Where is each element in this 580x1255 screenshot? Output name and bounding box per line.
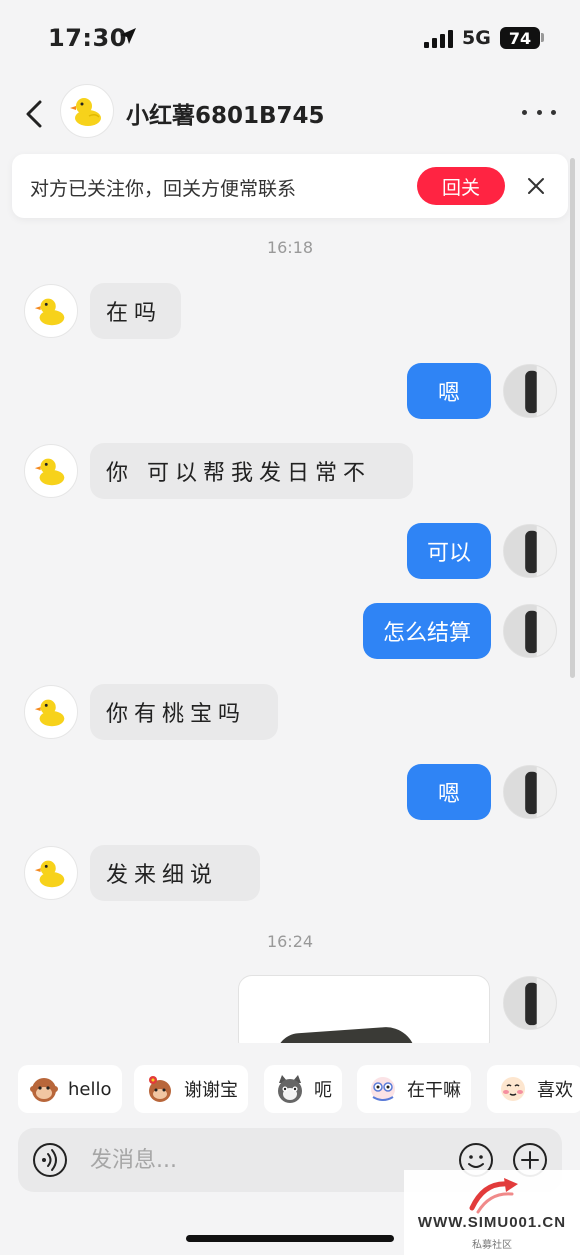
status-time: 17:30 <box>48 24 127 52</box>
incoming-message[interactable]: 发来细说 <box>90 845 260 901</box>
quick-reply-chip[interactable]: 喜欢 <box>487 1065 580 1113</box>
user-photo-icon <box>504 977 556 1029</box>
banner-text: 对方已关注你，回关方便常联系 <box>30 178 297 200</box>
voice-input-icon[interactable] <box>32 1142 68 1178</box>
duck-icon <box>34 458 65 486</box>
user-photo-icon <box>504 525 556 577</box>
quick-reply-label: hello <box>68 1078 112 1100</box>
contact-name: 小红薯6801B745 <box>126 103 325 129</box>
my-message-avatar[interactable] <box>503 765 557 819</box>
chat-scrollbar[interactable] <box>570 158 575 678</box>
quick-reply-chip[interactable]: hello <box>18 1065 122 1113</box>
incoming-message[interactable]: 在吗 <box>90 283 181 339</box>
blush-emoji-icon <box>501 1077 525 1101</box>
incoming-message[interactable]: 你有桃宝吗 <box>90 684 278 740</box>
more-options-icon[interactable] <box>522 106 556 118</box>
cellular-signal-icon <box>424 30 453 48</box>
duck-icon <box>34 298 65 326</box>
status-bar: 17:30 5G 74 <box>0 0 580 76</box>
home-indicator[interactable] <box>186 1235 394 1242</box>
close-icon[interactable] <box>524 174 548 198</box>
my-message-avatar[interactable] <box>503 604 557 658</box>
my-message-avatar[interactable] <box>503 524 557 578</box>
quick-reply-chip[interactable]: 在干嘛 <box>357 1065 471 1113</box>
quick-reply-label: 喜欢 <box>537 1080 573 1101</box>
peeking-emoji-icon <box>371 1077 395 1101</box>
duck-icon <box>34 699 65 727</box>
outgoing-message[interactable]: 怎么结算 <box>363 603 491 659</box>
duck-icon <box>70 98 101 126</box>
incoming-message[interactable]: 你 可以帮我发日常不 <box>90 443 413 499</box>
user-photo-icon <box>504 766 556 818</box>
message-timestamp: 16:24 <box>266 932 314 951</box>
quick-reply-label: 呃 <box>314 1080 332 1101</box>
duck-icon <box>34 860 65 888</box>
quick-reply-label: 谢谢宝 <box>184 1080 238 1101</box>
watermark-url: WWW.SIMU001.CN <box>417 1214 567 1231</box>
watermark-logo <box>469 1178 518 1214</box>
watermark: WWW.SIMU001.CN 私募社区 <box>404 1170 580 1255</box>
chat-header: 小红薯6801B745 <box>0 76 580 152</box>
my-message-avatar[interactable] <box>503 364 557 418</box>
battery-cap <box>541 33 544 42</box>
message-timestamp: 16:18 <box>266 238 314 257</box>
monkey-emoji-icon <box>30 1078 58 1102</box>
network-type: 5G <box>462 27 491 49</box>
quick-reply-chip[interactable]: 谢谢宝 <box>134 1065 248 1113</box>
user-photo-icon <box>504 365 556 417</box>
location-arrow-icon <box>120 28 136 44</box>
quick-reply-label: 在干嘛 <box>407 1080 461 1101</box>
back-arrow-icon[interactable] <box>20 94 50 134</box>
battery-indicator: 74 <box>500 27 540 49</box>
message-input[interactable] <box>90 1140 390 1180</box>
follow-back-banner: 对方已关注你，回关方便常联系 回关 <box>12 154 568 218</box>
outgoing-message[interactable]: 嗯 <box>407 764 491 820</box>
contact-message-avatar[interactable] <box>24 846 78 900</box>
user-photo-icon <box>504 605 556 657</box>
cat-emoji-icon <box>278 1075 302 1103</box>
quick-reply-bar: hello 谢谢宝 呃 在干嘛 喜欢 <box>0 1043 580 1133</box>
contact-avatar[interactable] <box>60 84 114 138</box>
monkey-flower-emoji-icon <box>149 1076 171 1102</box>
watermark-subtitle: 私募社区 <box>472 1240 512 1251</box>
contact-message-avatar[interactable] <box>24 284 78 338</box>
outgoing-message[interactable]: 嗯 <box>407 363 491 419</box>
my-message-avatar[interactable] <box>503 976 557 1030</box>
contact-message-avatar[interactable] <box>24 685 78 739</box>
contact-message-avatar[interactable] <box>24 444 78 498</box>
follow-back-button[interactable]: 回关 <box>417 167 505 205</box>
quick-reply-chip[interactable]: 呃 <box>264 1065 342 1113</box>
outgoing-message[interactable]: 可以 <box>407 523 491 579</box>
